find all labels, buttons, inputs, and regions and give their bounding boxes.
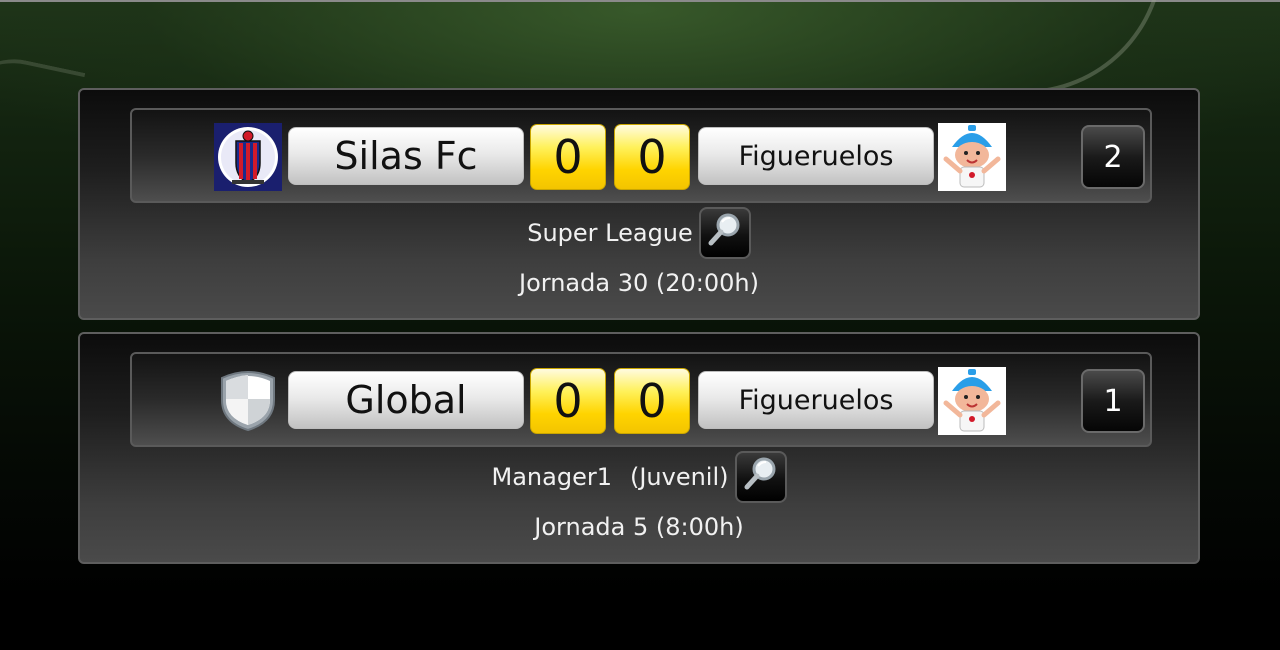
away-team-name[interactable]: Figueruelos [698, 371, 934, 429]
search-button[interactable] [698, 207, 751, 259]
away-score: 0 [614, 124, 690, 190]
home-score: 0 [530, 368, 606, 434]
search-button[interactable] [734, 451, 787, 503]
away-score: 0 [614, 368, 690, 434]
pitch-marking-left [0, 48, 86, 136]
blank-shield-crest-icon [216, 366, 280, 434]
cartoon-kid-mascot-icon [938, 367, 1006, 435]
league-name: Manager1 [491, 463, 612, 491]
league-name: Super League [527, 219, 693, 247]
league-line: Super League [80, 205, 1198, 261]
match-row: Global 0 0 Figueruelos 1 [130, 352, 1152, 447]
match-card[interactable]: Silas Fc 0 0 Figueruelos 2 Super League [78, 88, 1200, 320]
home-score: 0 [530, 124, 606, 190]
league-line: Manager1 (Juvenil) [80, 449, 1198, 505]
league-category: (Juvenil) [629, 463, 729, 491]
round-line: Jornada 5 (8:00h) [534, 513, 744, 541]
cartoon-kid-mascot-icon [938, 123, 1006, 191]
magnifier-icon [705, 210, 745, 256]
match-row: Silas Fc 0 0 Figueruelos 2 [130, 108, 1152, 203]
match-card[interactable]: Global 0 0 Figueruelos 1 Manager1 (Juven… [78, 332, 1200, 564]
match-count-badge[interactable]: 1 [1081, 369, 1145, 433]
match-count-badge[interactable]: 2 [1081, 125, 1145, 189]
home-team-name[interactable]: Silas Fc [288, 127, 524, 185]
home-team-name[interactable]: Global [288, 371, 524, 429]
striped-club-crest-icon [214, 123, 282, 191]
pitch-marking [900, 0, 1164, 94]
magnifier-icon [741, 454, 781, 500]
round-line: Jornada 30 (20:00h) [519, 269, 759, 297]
away-team-name[interactable]: Figueruelos [698, 127, 934, 185]
